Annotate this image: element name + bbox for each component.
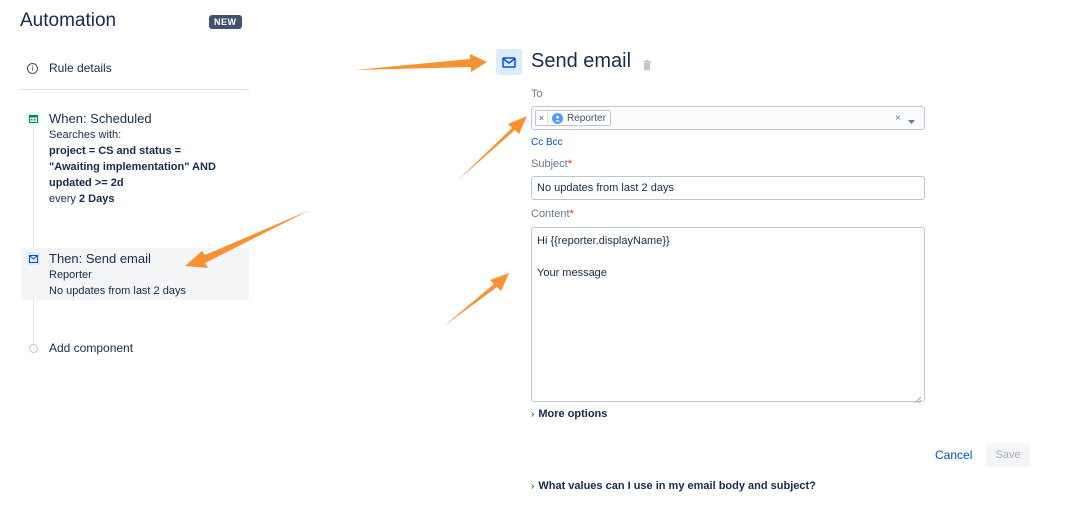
annotation-arrow	[444, 273, 509, 326]
annotation-arrow	[355, 54, 487, 72]
annotation-arrow	[457, 116, 527, 181]
annotation-arrows	[185, 54, 527, 326]
annotation-arrow	[185, 210, 310, 268]
